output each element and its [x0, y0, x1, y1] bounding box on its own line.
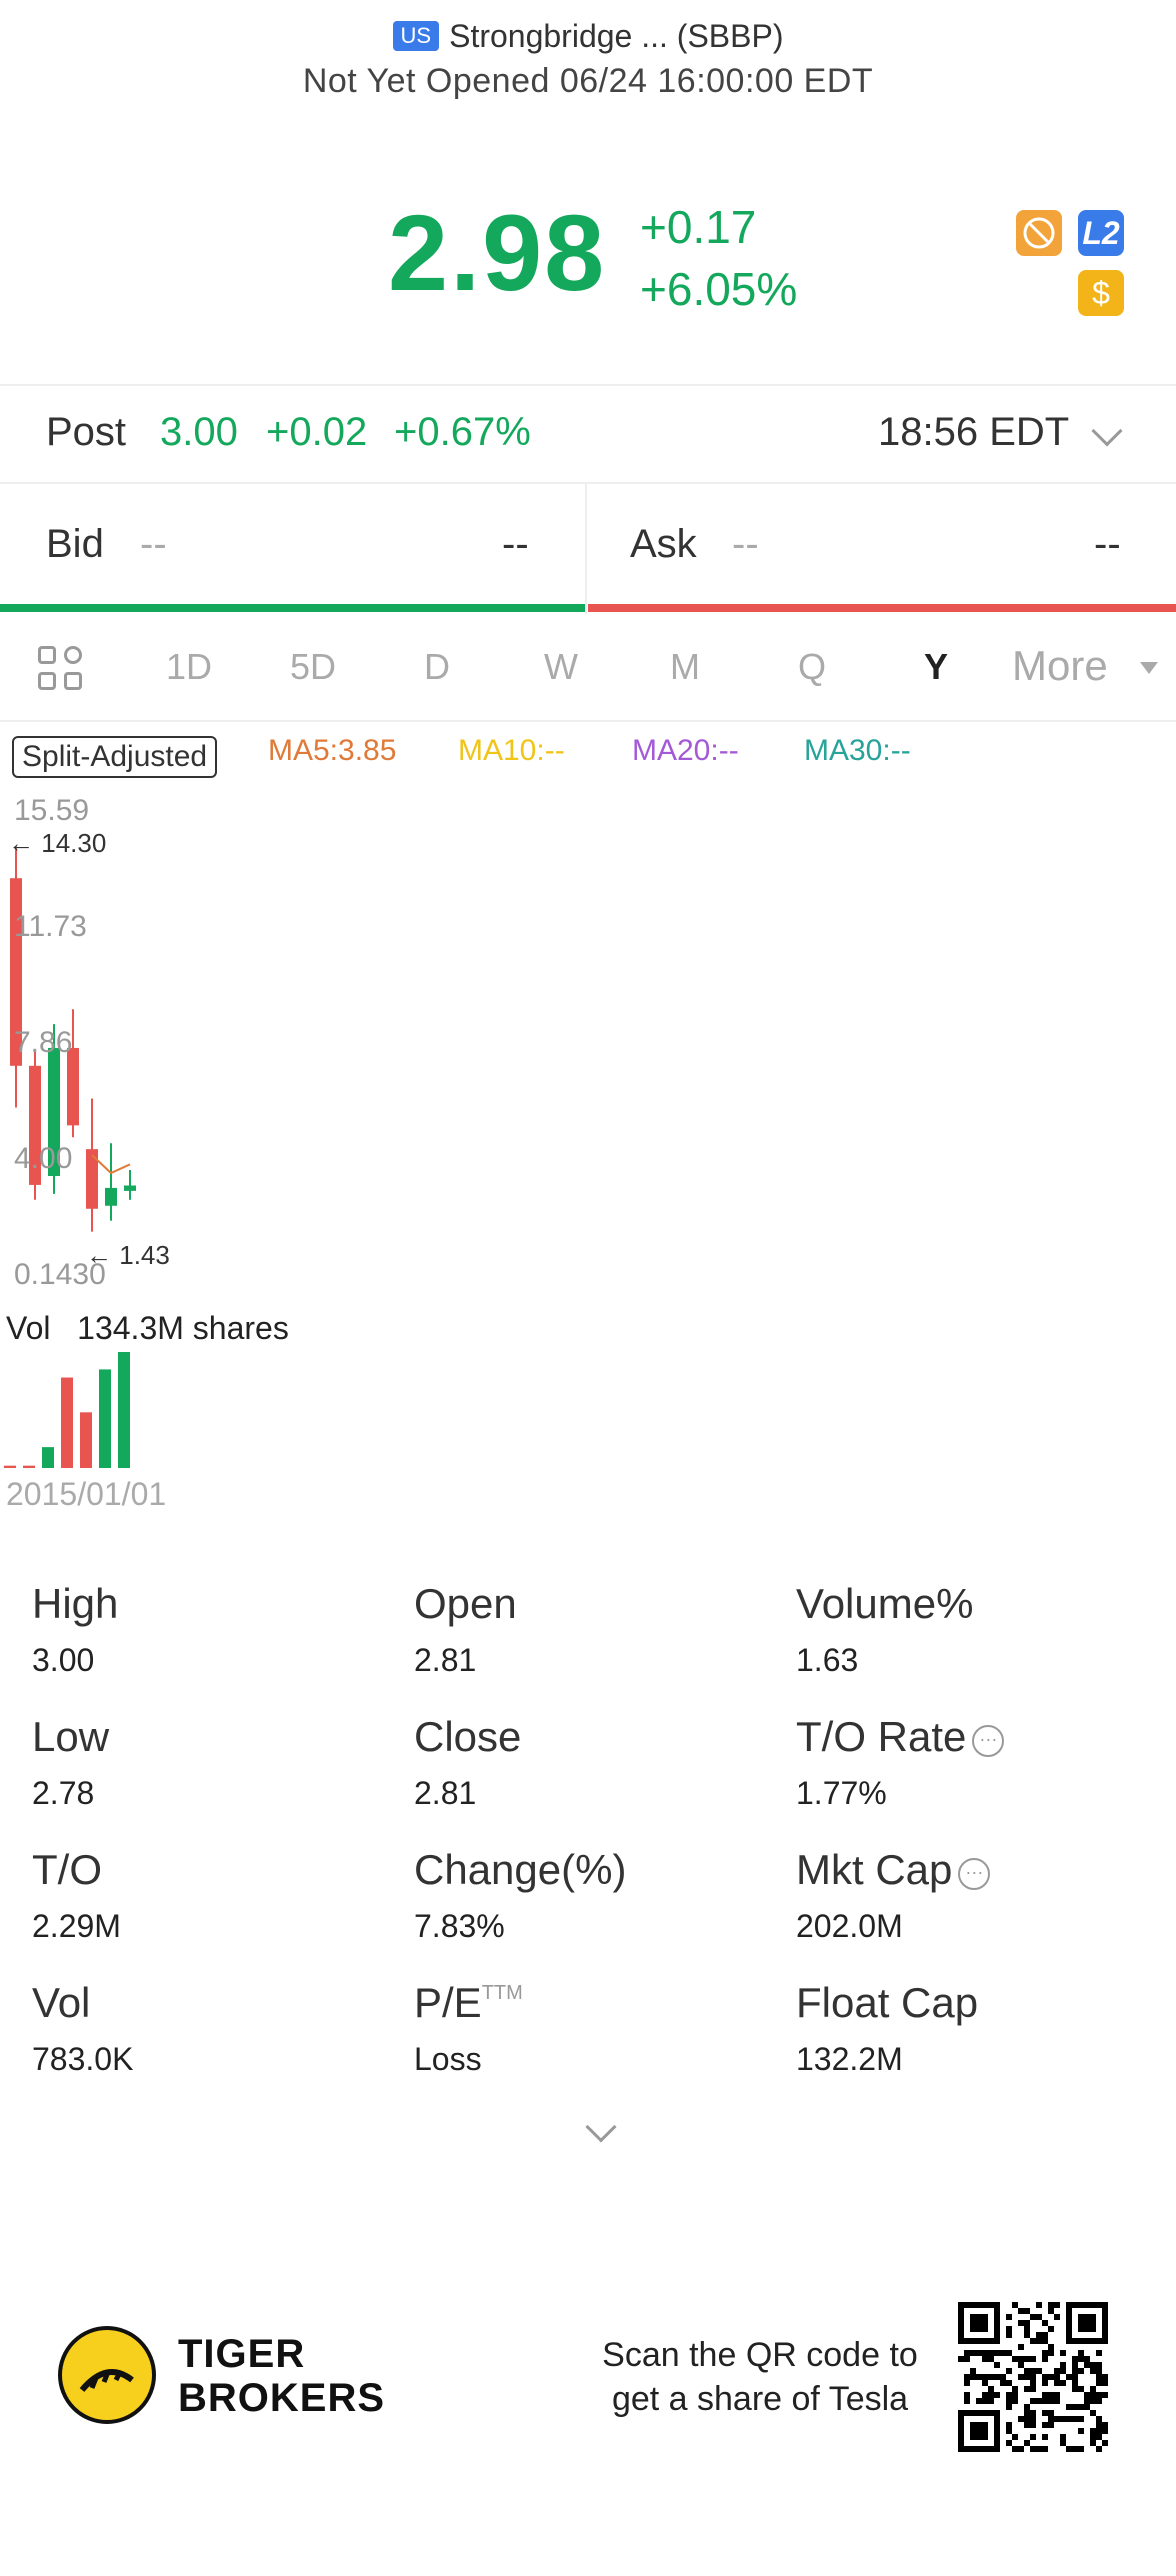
stat-value: 132.2M: [796, 2041, 903, 2073]
info-icon[interactable]: ···: [972, 1725, 1005, 1757]
divider: [0, 384, 1176, 386]
volume-bar: [42, 1447, 54, 1468]
stat-label-change-: Change(%): [414, 1846, 627, 1893]
tiger-logo-icon: [58, 2326, 156, 2424]
market-status: Not Yet Opened 06/24 16:00:00 EDT: [302, 62, 874, 100]
stat-value: 1.77%: [796, 1775, 887, 1807]
level2-icon[interactable]: L2: [1078, 210, 1124, 256]
tab-day[interactable]: D: [424, 646, 450, 688]
post-market-change: +0.02: [266, 410, 368, 454]
stat-value: 1.63: [796, 1642, 859, 1674]
volume-title: Vol: [6, 1310, 51, 1346]
ma5-value: MA5:3.85: [268, 734, 397, 767]
stat-value: 783.0K: [32, 2041, 134, 2073]
ma20-value: MA20:--: [632, 734, 739, 767]
brand-line-2: BROKERS: [178, 2376, 386, 2420]
bid-price: --: [140, 522, 167, 566]
bid-ask-divider: [585, 484, 587, 614]
volume-label: Vol 134.3M shares: [6, 1310, 289, 1347]
ttm-superscript: TTM: [481, 1982, 523, 2004]
scan-text-line-2: get a share of Tesla: [611, 2380, 909, 2418]
period-tabs: 1D 5D D W M Q Y: [0, 646, 1176, 696]
stat-label-t-o: T/O: [32, 1846, 102, 1893]
trading-disabled-icon[interactable]: [1016, 210, 1062, 256]
tab-quarter[interactable]: Q: [798, 646, 826, 688]
info-icon[interactable]: ···: [958, 1858, 991, 1890]
low-marker-value: 1.43: [119, 1240, 170, 1270]
stat-value: 3.00: [32, 1642, 95, 1674]
divider: [0, 720, 1176, 722]
stock-title: US Strongbridge ... (SBBP): [0, 18, 1176, 55]
more-periods-dropdown[interactable]: More: [1012, 642, 1108, 690]
tab-week[interactable]: W: [544, 646, 578, 688]
volume-bar: [61, 1377, 73, 1468]
post-market-change-percent: +0.67%: [394, 410, 531, 454]
x-axis-date: 2015/01/01: [6, 1476, 167, 1512]
ask-label: Ask: [630, 522, 697, 566]
stat-label-volume-: Volume%: [796, 1580, 974, 1627]
expand-chevron-icon[interactable]: [585, 2111, 617, 2143]
bid-label: Bid: [46, 522, 104, 566]
y-axis-label: 4.00: [14, 1142, 73, 1175]
y-axis-label: 7.86: [14, 1026, 73, 1059]
last-price: 2.98: [388, 192, 607, 313]
ma30-value: MA30:--: [804, 734, 911, 767]
stat-label-close: Close: [414, 1713, 522, 1760]
volume-chart[interactable]: [0, 1350, 300, 1470]
scan-text-line-1: Scan the QR code to: [602, 2336, 918, 2374]
chevron-down-icon[interactable]: [1091, 415, 1123, 447]
stat-value: 7.83%: [414, 1908, 505, 1940]
stat-value: 202.0M: [796, 1908, 903, 1940]
qr-code: [958, 2302, 1108, 2452]
ma10-value: MA10:--: [458, 734, 565, 767]
stat-label-t-o-rate: T/O Rate ···: [796, 1713, 1005, 1761]
stat-label-mkt-cap: Mkt Cap ···: [796, 1846, 991, 1894]
tab-1d[interactable]: 1D: [166, 646, 212, 688]
stat-label-p-e: P/ETTM: [414, 1979, 523, 2026]
stat-value: 2.29M: [32, 1908, 121, 1940]
high-marker: ← 14.30: [8, 828, 107, 858]
tab-month[interactable]: M: [670, 646, 700, 688]
volume-value: 134.3M shares: [77, 1310, 289, 1346]
post-market-label: Post: [46, 410, 127, 454]
low-marker: ← 1.43: [86, 1240, 170, 1270]
post-market-time[interactable]: 18:56 EDT: [878, 410, 1069, 455]
candle-body: [124, 1185, 136, 1191]
tab-5d[interactable]: 5D: [290, 646, 336, 688]
stat-value: Loss: [414, 2041, 482, 2073]
stock-name: Strongbridge ... (SBBP): [449, 18, 784, 54]
stat-label-vol: Vol: [32, 1979, 91, 2026]
dollar-icon[interactable]: $: [1078, 270, 1124, 316]
price-change-percent: +6.05%: [640, 263, 798, 315]
stat-value: 2.81: [414, 1775, 477, 1807]
stat-value: 2.78: [32, 1775, 95, 1807]
tab-year[interactable]: Y: [924, 646, 948, 688]
stat-label-high: High: [32, 1580, 119, 1627]
stat-value: 2.81: [414, 1642, 477, 1674]
dropdown-triangle-icon[interactable]: [1140, 662, 1158, 674]
ask-price: --: [732, 522, 759, 566]
high-marker-value: 14.30: [41, 828, 107, 858]
volume-bar: [99, 1369, 111, 1468]
volume-bar: [80, 1412, 92, 1468]
y-axis-label: 15.59: [14, 794, 90, 827]
stat-label-low: Low: [32, 1713, 110, 1760]
post-market-price: 3.00: [160, 410, 238, 454]
stat-label-open: Open: [414, 1580, 517, 1627]
price-change: +0.17: [640, 201, 757, 253]
candle-body: [105, 1187, 117, 1206]
divider: [0, 482, 1176, 484]
volume-bar: [23, 1465, 35, 1468]
ask-size: --: [1094, 522, 1121, 566]
split-adjusted-toggle[interactable]: Split-Adjusted: [12, 736, 218, 778]
volume-bar: [118, 1352, 130, 1468]
stat-label-float-cap: Float Cap: [796, 1979, 979, 2026]
brand-line-1: TIGER: [178, 2332, 306, 2376]
market-badge: US: [392, 21, 440, 51]
ask-bar: [588, 604, 1176, 612]
volume-bar: [4, 1465, 16, 1468]
bid-bar: [0, 604, 585, 612]
y-axis-label: 11.73: [14, 910, 87, 943]
bid-size: --: [502, 522, 529, 566]
